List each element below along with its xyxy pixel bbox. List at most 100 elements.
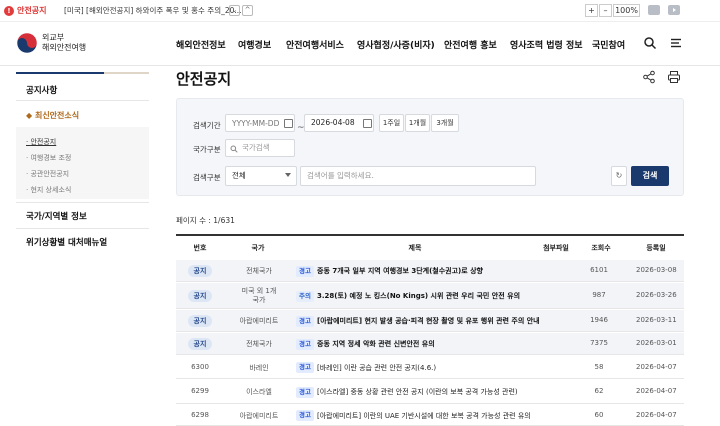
alert-icon: ! [4,6,14,16]
notice-badge: 공지 [188,290,212,302]
warning-tag: 경고 [296,265,314,277]
sidebar-submenu: · 안전공지 · 여행경보 조정 · 공관안전공지 · 현지 상세소식 [16,127,149,199]
row-date: 2026-04-07 [636,387,677,395]
sidebar-item-label: 최신안전소식 [34,111,80,120]
row-views: 1946 [590,316,608,324]
row-date: 2026-04-07 [636,410,677,419]
row-country: 아랍에미리트 [239,317,279,325]
row-views: 6101 [590,266,608,274]
site-name: 해외안전여행 [42,43,87,52]
col-views: 조회수 [591,244,611,252]
warning-tag: 경고 [296,386,314,398]
row-date: 2026-03-08 [636,266,677,274]
zoom-level: 100% [613,4,640,17]
alert-link[interactable]: [미국] [해외안전공지] 하와이주 폭우 및 홍수 주의_20... [64,5,242,16]
divider [16,228,149,229]
col-title: 제목 [408,244,422,252]
sidebar-sub-safety-notice[interactable]: · 안전공지 [26,137,56,147]
table-top-border [176,234,684,236]
sidebar-item-latest-safety[interactable]: ◆ 최신안전소식 [26,110,79,121]
nav-safe-travel-service[interactable]: 안전여행서비스 [286,38,344,51]
search-type-select[interactable]: 전체 [225,166,297,186]
table-row[interactable]: 6300 바레인 경고 [바레인] 이란 공습 관련 안전 공지(4.6.) 58 202… [176,356,684,379]
row-number: 6300 [191,362,209,371]
zoom-in-button[interactable]: + [585,4,598,17]
search-icon [230,145,238,153]
menu-icon[interactable] [669,36,683,50]
row-views: 987 [592,291,606,299]
row-country: 아랍에미리트 [239,411,279,420]
notice-badge: 공지 [188,315,212,327]
row-title-link[interactable]: [이스라엘] 중동 상황 관련 안전 공지 (이란의 보복 공격 가능성 관련) [317,387,518,397]
sidebar-item-crisis-manual[interactable]: 위기상황별 대처매뉴얼 [26,236,107,248]
chevron-down-icon [285,173,291,177]
share-icon[interactable] [642,70,656,84]
country-label: 국가구분 [193,145,221,154]
row-date: 2026-03-11 [636,316,677,324]
row-views: 58 [594,362,604,371]
sidebar-item-country-info[interactable]: 국가/지역별 정보 [26,210,87,222]
nav-consular-visa[interactable]: 영사협정/사증(비자) [357,38,435,51]
table-row[interactable]: 6299 이스라엘 경고 [이스라엘] 중동 상황 관련 안전 공지 (이란의 보복 … [176,380,684,404]
print-icon[interactable] [667,70,681,84]
row-title-link[interactable]: [아랍에미리트] 현지 발생 공습·피격 현장 촬영 및 유포 행위 관련 주의… [317,316,540,326]
nav-promotion[interactable]: 안전여행 홍보 [444,38,497,51]
search-panel: 검색기간 2026-04-08 1주일 1개월 3개월 국가구분 국가검색 검색… [176,98,684,196]
reset-button[interactable]: ↻ [611,166,627,186]
sidebar-sub-alert-adjust[interactable]: · 여행경보 조정 [26,153,71,163]
warning-tag: 경고 [296,362,314,373]
row-date: 2026-03-26 [636,291,677,299]
sub-label: 안전공지 [30,138,57,146]
nav-consular-law[interactable]: 영사조력 법령 정보 [510,38,583,51]
sidebar-accent-bar [16,72,149,74]
sidebar-item-notice[interactable]: 공지사항 [26,84,57,96]
period-1month-button[interactable]: 1개월 [405,114,430,132]
warning-tag: 경고 [296,338,314,350]
row-date: 2026-04-07 [636,362,677,371]
row-title-link[interactable]: [바레인] 이란 공습 관련 안전 공지(4.6.) [317,363,436,373]
search-submit-button[interactable]: 검색 [631,166,669,186]
table-row[interactable]: 공지 아랍에미리트 경고 [아랍에미리트] 현지 발생 공습·피격 현장 촬영 및 유… [176,310,684,332]
row-title-link[interactable]: 중동 7개국 일부 지역 여행경보 3단계(철수권고)로 상향 [317,266,483,276]
org-name: 외교부 [42,33,65,42]
sub-label: 여행경보 조정 [30,154,72,162]
notice-badge: 공지 [188,265,212,277]
nav-travel-alert[interactable]: 여행경보 [238,38,271,51]
period-1week-button[interactable]: 1주일 [379,114,404,132]
col-attachment: 첨부파일 [543,244,569,252]
zoom-out-button[interactable]: – [599,4,612,17]
search-icon[interactable] [643,36,657,50]
table-row[interactable]: 6298 아랍에미리트 경고 [아랍에미리트] 이란의 UAE 기반시설에 대한 보복… [176,405,684,426]
calendar-icon[interactable] [284,119,293,128]
alert-prev-button[interactable]: ^ [242,5,253,16]
page-title: 안전공지 [176,70,232,88]
nav-safety-info[interactable]: 해외안전정보 [176,38,226,51]
taegeuk-logo-icon[interactable] [16,32,38,54]
alert-next-button[interactable]: ⌄ [229,5,240,16]
row-title-link[interactable]: 중동 지역 정세 악화 관련 신변안전 유의 [317,339,435,349]
table-row[interactable]: 공지 전체국가 경고 중동 7개국 일부 지역 여행경보 3단계(철수권고)로 상향 6… [176,260,684,282]
calendar-icon[interactable] [363,119,372,128]
col-date: 등록일 [646,244,666,252]
row-title-link[interactable]: 3.28(토) 예정 노 킹스(No Kings) 시위 관련 우리 국민 안전… [317,291,520,301]
page-count: 페이지 수 : 1/631 [176,216,235,225]
keyword-input[interactable]: 검색어를 입력하세요. [300,166,536,186]
sidebar-sub-local-news[interactable]: · 현지 상세소식 [26,185,71,195]
alert-bar: ! 안전공지 [미국] [해외안전공지] 하와이주 폭우 및 홍수 주의_20.… [0,0,720,22]
divider [16,202,149,203]
table-row[interactable]: 공지 미국 외 1개 국가 주의 3.28(토) 예정 노 킹스(No Kings) … [176,283,684,309]
row-views: 7375 [590,339,608,347]
nav-participation[interactable]: 국민참여 [592,38,625,51]
blog-icon[interactable] [648,5,660,15]
row-country: 전체국가 [246,267,272,275]
row-country: 미국 외 1개 국가 [241,287,277,304]
alert-label: 안전공지 [17,6,47,15]
row-title-link[interactable]: [아랍에미리트] 이란의 UAE 기반시설에 대한 보복 공격 가능성 관련 유… [317,411,531,421]
youtube-icon[interactable] [668,5,680,15]
period-3month-button[interactable]: 3개월 [431,114,459,132]
warning-tag: 경고 [296,410,314,421]
site-logo-text[interactable]: 외교부 해외안전여행 [42,33,86,53]
table-row[interactable]: 공지 전체국가 경고 중동 지역 정세 악화 관련 신변안전 유의 7375 2026-0… [176,333,684,355]
sidebar-sub-mission-notice[interactable]: · 공관안전공지 [26,169,69,179]
row-views: 62 [594,387,604,395]
